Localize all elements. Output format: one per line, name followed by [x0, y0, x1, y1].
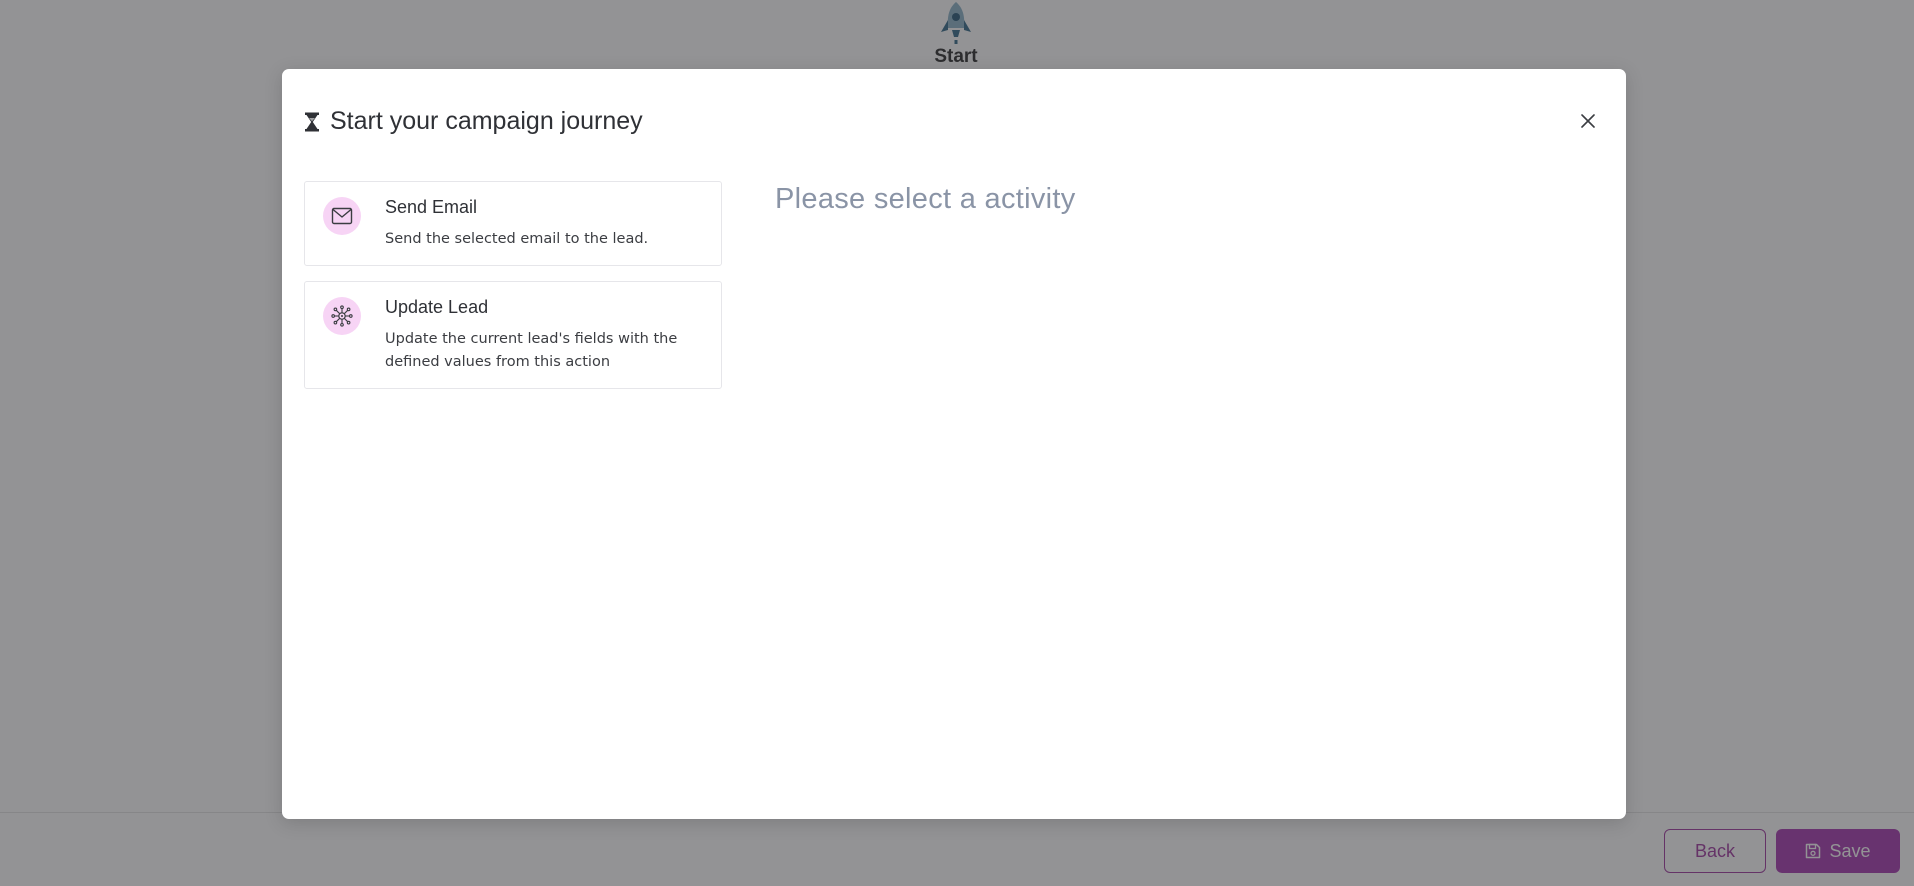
envelope-icon: [331, 207, 353, 225]
activity-title: Send Email: [385, 197, 478, 217]
activity-modal: Start your campaign journey Send Email S…: [282, 69, 1626, 819]
activity-description: Update the current lead's fields with th…: [385, 331, 678, 370]
activity-card-send-email[interactable]: Send Email Send the selected email to th…: [304, 181, 722, 266]
modal-title: Start your campaign journey: [330, 107, 643, 135]
hourglass-icon: [305, 112, 319, 131]
close-icon[interactable]: [1576, 109, 1600, 133]
activity-list: Send Email Send the selected email to th…: [304, 181, 722, 404]
network-node-icon: [331, 305, 353, 327]
activity-card-update-lead[interactable]: Update Lead Update the current lead's fi…: [304, 281, 722, 389]
modal-header: Start your campaign journey: [304, 107, 643, 136]
activity-description: Send the selected email to the lead.: [385, 231, 649, 247]
activity-icon-wrapper: [323, 297, 361, 335]
empty-state-message: Please select a activity: [775, 183, 1076, 215]
activity-icon-wrapper: [323, 197, 361, 235]
campaign-builder-page: Start Back Save Start your campaign jour…: [0, 0, 1914, 886]
activity-title: Update Lead: [385, 297, 489, 317]
